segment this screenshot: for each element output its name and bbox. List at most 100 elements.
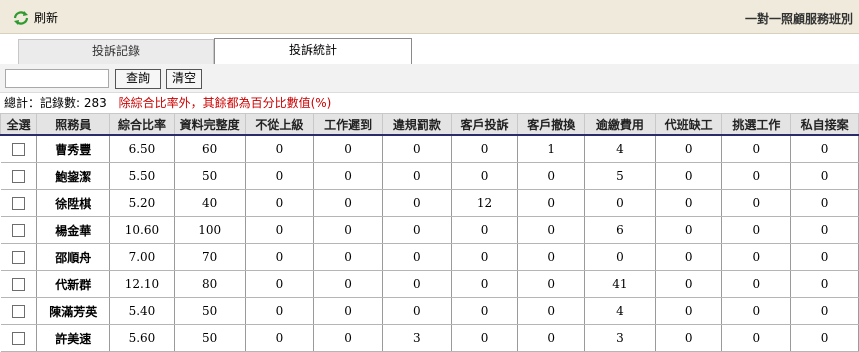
stat-cell: 0 <box>655 243 723 271</box>
stat-cell: 0 <box>313 324 383 352</box>
percent-note: 除綜合比率外，其餘都為百分比數值(%) <box>118 96 332 110</box>
table-row: 楊金華 10.60 100 0 0 0 0 0 6 0 0 0 <box>0 216 859 244</box>
tab-complaint-records[interactable]: 投訴記錄 <box>18 39 214 64</box>
stat-cell: 4 <box>584 135 656 163</box>
stat-cell: 60 <box>174 135 246 163</box>
refresh-button[interactable]: 刷新 <box>12 9 58 26</box>
stat-cell: 0 <box>313 189 383 217</box>
private-case-header: 私自接案 <box>790 113 859 136</box>
stats-table: 全選 照務員 綜合比率 資料完整度 不從上級 工作遲到 違規罰款 客戶投訴 客戶撤換 逾繳費用 代班… <box>0 113 859 352</box>
stat-cell: 0 <box>790 162 859 190</box>
stat-cell: 0 <box>451 297 519 325</box>
row-select-cell <box>0 324 38 352</box>
search-input[interactable] <box>5 69 109 88</box>
stat-cell: 0 <box>245 135 315 163</box>
stat-cell: 0 <box>721 324 792 352</box>
row-checkbox[interactable] <box>11 278 25 291</box>
stat-cell: 0 <box>451 243 519 271</box>
overall-rate-cell: 5.20 <box>109 189 175 217</box>
stat-cell: 100 <box>174 216 246 244</box>
stat-cell: 0 <box>313 162 383 190</box>
stat-cell: 0 <box>721 162 792 190</box>
tab-bar: 投訴記錄 投訴統計 <box>0 38 859 66</box>
overall-rate-cell: 10.60 <box>109 216 175 244</box>
stat-cell: 0 <box>721 135 792 163</box>
stat-cell: 0 <box>721 216 792 244</box>
select-all-header[interactable]: 全選 <box>0 113 38 136</box>
caregiver-name: 曹秀豐 <box>36 135 111 163</box>
stat-cell: 70 <box>174 243 246 271</box>
caregiver-name: 徐陞棋 <box>36 189 111 217</box>
row-checkbox[interactable] <box>11 224 25 237</box>
stat-cell: 3 <box>584 324 656 352</box>
caregiver-name: 代新群 <box>36 270 111 298</box>
stat-cell: 0 <box>245 270 315 298</box>
tab-complaint-stats[interactable]: 投訴統計 <box>214 38 412 65</box>
data-completeness-header: 資料完整度 <box>173 113 246 136</box>
overall-rate-cell: 6.50 <box>109 135 175 163</box>
row-select-cell <box>0 189 38 217</box>
stat-cell: 0 <box>313 297 383 325</box>
stat-cell: 0 <box>382 135 452 163</box>
stat-cell: 0 <box>451 135 519 163</box>
customer-replacement-header: 客戶撤換 <box>517 113 586 136</box>
row-checkbox[interactable] <box>11 197 25 210</box>
stat-cell: 0 <box>790 270 859 298</box>
row-checkbox[interactable] <box>11 251 25 264</box>
overall-rate-cell: 5.60 <box>109 324 175 352</box>
stat-cell: 0 <box>517 189 586 217</box>
caregiver-name: 許美速 <box>36 324 111 352</box>
stat-cell: 41 <box>584 270 656 298</box>
stat-cell: 0 <box>655 270 723 298</box>
stat-cell: 0 <box>655 216 723 244</box>
row-select-cell <box>0 162 38 190</box>
query-button[interactable]: 查詢 <box>115 69 161 89</box>
stat-cell: 0 <box>655 162 723 190</box>
stat-cell: 3 <box>382 324 452 352</box>
stat-cell: 0 <box>655 297 723 325</box>
row-select-cell <box>0 135 38 163</box>
substitute-absence-header: 代班缺工 <box>654 113 723 136</box>
stat-cell: 0 <box>382 162 452 190</box>
table-row: 邵順舟 7.00 70 0 0 0 0 0 0 0 0 0 <box>0 243 859 271</box>
stat-cell: 0 <box>313 270 383 298</box>
table-header-row: 全選 照務員 綜合比率 資料完整度 不從上級 工作遲到 違規罰款 客戶投訴 客戶撤換 逾繳費用 代班… <box>0 113 859 136</box>
stat-cell: 0 <box>382 189 452 217</box>
stat-cell: 0 <box>790 135 859 163</box>
stat-cell: 0 <box>721 270 792 298</box>
row-checkbox[interactable] <box>11 143 25 156</box>
refresh-label: 刷新 <box>34 11 59 25</box>
stat-cell: 50 <box>174 324 246 352</box>
stat-cell: 0 <box>382 216 452 244</box>
row-checkbox[interactable] <box>11 170 25 183</box>
table-body: 曹秀豐 6.50 60 0 0 0 0 1 4 0 0 0 鮑鋆潔 5.50 50 0 0 0 0 0 5 0 0 0 徐陞棋 5… <box>0 135 859 352</box>
insubordination-header: 不從上級 <box>244 113 315 136</box>
row-checkbox[interactable] <box>11 332 25 345</box>
stat-cell: 6 <box>584 216 656 244</box>
stat-cell: 0 <box>517 216 586 244</box>
stat-cell: 0 <box>721 189 792 217</box>
stat-cell: 40 <box>174 189 246 217</box>
stat-cell: 50 <box>174 162 246 190</box>
stat-cell: 0 <box>451 162 519 190</box>
table-row: 鮑鋆潔 5.50 50 0 0 0 0 0 5 0 0 0 <box>0 162 859 190</box>
clear-button[interactable]: 清空 <box>166 69 202 89</box>
stat-cell: 0 <box>790 216 859 244</box>
stat-cell: 0 <box>245 189 315 217</box>
stat-cell: 0 <box>245 297 315 325</box>
stat-cell: 0 <box>382 243 452 271</box>
stat-cell: 12 <box>451 189 519 217</box>
stat-cell: 0 <box>790 189 859 217</box>
stat-cell: 0 <box>245 243 315 271</box>
stat-cell: 4 <box>584 297 656 325</box>
record-count: 總計：記錄數: 283 <box>4 96 107 110</box>
stat-cell: 50 <box>174 297 246 325</box>
table-row: 代新群 12.10 80 0 0 0 0 0 41 0 0 0 <box>0 270 859 298</box>
overall-rate-header: 綜合比率 <box>109 113 175 136</box>
stat-cell: 0 <box>655 135 723 163</box>
caregiver-name: 邵順舟 <box>36 243 111 271</box>
row-checkbox[interactable] <box>11 305 25 318</box>
stat-cell: 0 <box>517 243 586 271</box>
stat-cell: 0 <box>313 135 383 163</box>
job-picking-header: 挑選工作 <box>721 113 792 136</box>
